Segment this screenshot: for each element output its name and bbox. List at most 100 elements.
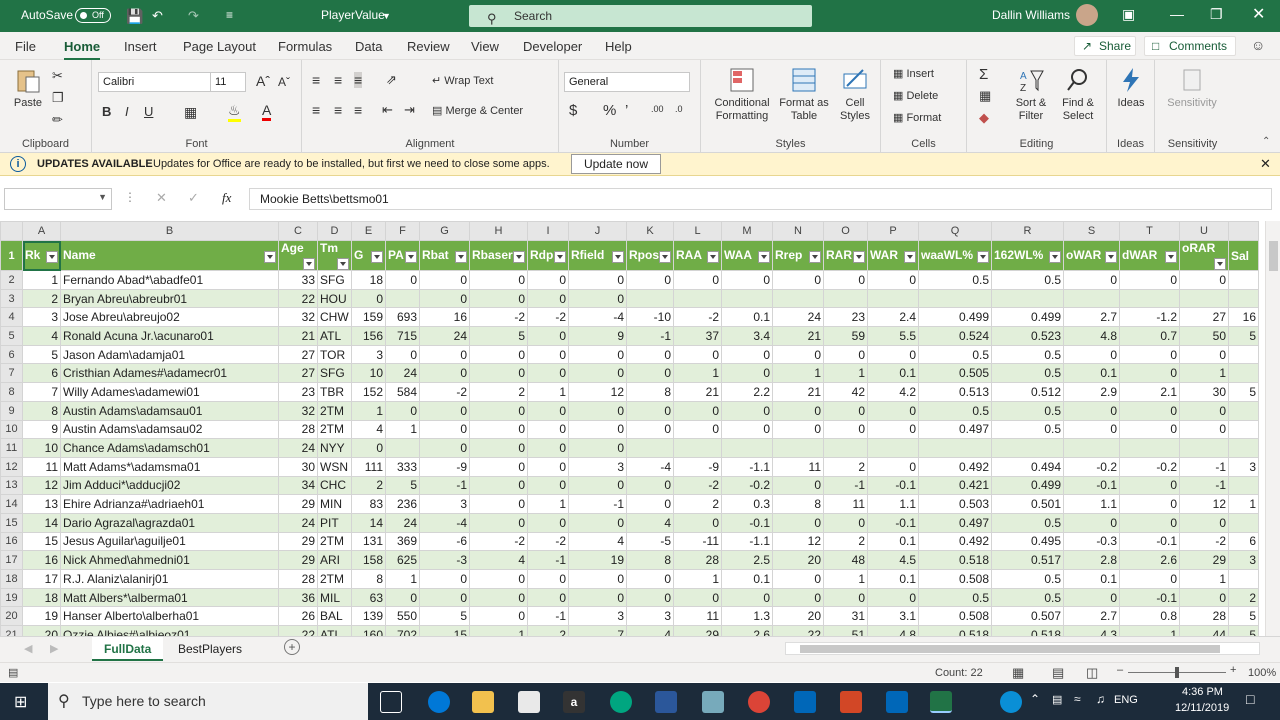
table-cell[interactable]: 0 xyxy=(772,475,824,496)
table-cell[interactable]: 0 xyxy=(568,587,627,608)
table-cell[interactable]: 0 xyxy=(568,475,627,496)
table-cell[interactable]: 0 xyxy=(1179,512,1229,533)
filter-dropdown-icon[interactable] xyxy=(46,251,58,263)
table-cell[interactable]: 2 xyxy=(823,531,868,552)
table-cell[interactable]: 0.508 xyxy=(918,606,992,627)
table-cell[interactable]: 0.8 xyxy=(1119,606,1180,627)
table-cell[interactable]: 12 xyxy=(568,382,627,402)
table-cell[interactable]: 236 xyxy=(385,494,420,514)
table-cell[interactable]: 0.5 xyxy=(991,587,1064,608)
table-cell[interactable] xyxy=(823,438,868,458)
table-cell[interactable]: 0 xyxy=(673,400,722,421)
table-cell[interactable] xyxy=(1228,569,1259,589)
filter-dropdown-icon[interactable] xyxy=(337,258,349,270)
table-cell[interactable]: 50 xyxy=(1179,326,1229,346)
table-cell[interactable]: 12 xyxy=(22,475,61,496)
cut-icon[interactable]: ✂ xyxy=(52,68,63,84)
table-cell[interactable]: 8 xyxy=(22,400,61,421)
table-cell[interactable]: 584 xyxy=(385,382,420,402)
table-cell[interactable] xyxy=(1228,288,1259,309)
scroll-left-icon[interactable]: ◀ xyxy=(24,642,32,655)
filter-dropdown-icon[interactable] xyxy=(758,251,770,263)
table-cell[interactable]: 0.5 xyxy=(918,587,992,608)
table-cell[interactable]: 0 xyxy=(419,363,470,384)
table-cell[interactable]: 9 xyxy=(568,326,627,346)
share-button[interactable]: ↗ Share xyxy=(1074,36,1136,56)
table-cell[interactable]: 0 xyxy=(568,569,627,589)
table-cell[interactable]: -2 xyxy=(673,475,722,496)
table-cell[interactable]: R.J. Alaniz\alanirj01 xyxy=(60,569,279,589)
column-header[interactable]: A xyxy=(22,221,61,241)
table-cell[interactable]: 0.5 xyxy=(991,344,1064,365)
table-cell[interactable]: 0 xyxy=(867,587,919,608)
column-header[interactable]: N xyxy=(772,221,824,241)
column-header[interactable]: T xyxy=(1119,221,1180,241)
table-cell[interactable]: 1 xyxy=(527,382,569,402)
table-cell[interactable]: -4 xyxy=(626,456,674,477)
filter-dropdown-icon[interactable] xyxy=(371,251,383,263)
vertical-scrollbar[interactable] xyxy=(1265,221,1280,636)
table-cell[interactable] xyxy=(721,288,773,309)
table-cell[interactable]: 2.6 xyxy=(1119,550,1180,570)
table-cell[interactable]: 0 xyxy=(867,344,919,365)
find-select-button[interactable]: Find & Select xyxy=(1055,66,1101,123)
table-cell[interactable]: 0 xyxy=(568,438,627,458)
tab-home[interactable]: Home xyxy=(64,39,101,61)
table-cell[interactable]: 8 xyxy=(626,550,674,570)
help-icon[interactable] xyxy=(1000,691,1022,713)
font-color-icon[interactable]: A xyxy=(262,102,272,121)
table-cell[interactable]: 63 xyxy=(351,587,386,608)
table-cell[interactable]: NYY xyxy=(317,438,352,458)
column-header[interactable]: S xyxy=(1063,221,1120,241)
cancel-icon[interactable]: ✕ xyxy=(156,190,167,206)
table-cell[interactable]: 131 xyxy=(351,531,386,552)
table-cell[interactable]: 28 xyxy=(278,419,318,440)
table-cell[interactable]: 2TM xyxy=(317,569,352,589)
column-header[interactable]: H xyxy=(469,221,528,241)
add-sheet-icon[interactable]: + xyxy=(284,639,300,655)
table-cell[interactable]: 0 xyxy=(469,456,528,477)
zoom-in-icon[interactable]: + xyxy=(1230,664,1236,676)
table-cell[interactable]: 0 xyxy=(527,587,569,608)
file-explorer-icon[interactable] xyxy=(472,691,494,713)
table-cell[interactable]: 1 xyxy=(823,569,868,589)
table-cell[interactable]: Jim Adduci*\adducji02 xyxy=(60,475,279,496)
table-cell[interactable]: 4 xyxy=(626,625,674,636)
horizontal-scrollbar[interactable] xyxy=(785,642,1260,655)
table-cell[interactable]: 0 xyxy=(673,587,722,608)
table-cell[interactable]: 0 xyxy=(626,569,674,589)
table-cell[interactable]: Austin Adams\adamsau01 xyxy=(60,400,279,421)
filter-dropdown-icon[interactable] xyxy=(405,251,417,263)
table-cell[interactable]: -5 xyxy=(626,531,674,552)
table-cell[interactable]: Willy Adames\adamewi01 xyxy=(60,382,279,402)
filter-dropdown-icon[interactable] xyxy=(809,251,821,263)
table-cell[interactable]: 0 xyxy=(1179,270,1229,290)
filter-dropdown-icon[interactable] xyxy=(455,251,467,263)
table-cell[interactable] xyxy=(1119,438,1180,458)
page-break-view-icon[interactable]: ◫ xyxy=(1086,665,1098,681)
table-cell[interactable]: 24 xyxy=(385,512,420,533)
table-cell[interactable]: 0 xyxy=(626,587,674,608)
table-cell[interactable]: 2 xyxy=(351,475,386,496)
vertical-scroll-thumb[interactable] xyxy=(1269,241,1278,271)
table-cell[interactable]: 550 xyxy=(385,606,420,627)
table-cell[interactable]: 0 xyxy=(385,270,420,290)
table-cell[interactable]: 5 xyxy=(385,475,420,496)
table-cell[interactable]: Bryan Abreu\abreubr01 xyxy=(60,288,279,309)
table-cell[interactable]: 0.508 xyxy=(918,569,992,589)
format-painter-icon[interactable]: ✏ xyxy=(52,112,63,128)
table-cell[interactable]: 21 xyxy=(772,326,824,346)
table-cell[interactable]: 16 xyxy=(22,550,61,570)
table-header-cell[interactable]: Rpos xyxy=(626,240,674,271)
row-header[interactable]: 7 xyxy=(0,363,23,384)
sheet-tab-bestplayers[interactable]: BestPlayers xyxy=(166,637,254,661)
table-cell[interactable]: 15 xyxy=(419,625,470,636)
row-header[interactable]: 4 xyxy=(0,307,23,328)
table-cell[interactable] xyxy=(1228,270,1259,290)
table-cell[interactable]: 11 xyxy=(772,456,824,477)
table-header-cell[interactable]: oWAR xyxy=(1063,240,1120,271)
scroll-right-icon[interactable]: ▶ xyxy=(50,642,58,655)
table-cell[interactable]: Fernando Abad*\abadfe01 xyxy=(60,270,279,290)
tab-page-layout[interactable]: Page Layout xyxy=(183,39,256,54)
row-header[interactable]: 6 xyxy=(0,344,23,365)
